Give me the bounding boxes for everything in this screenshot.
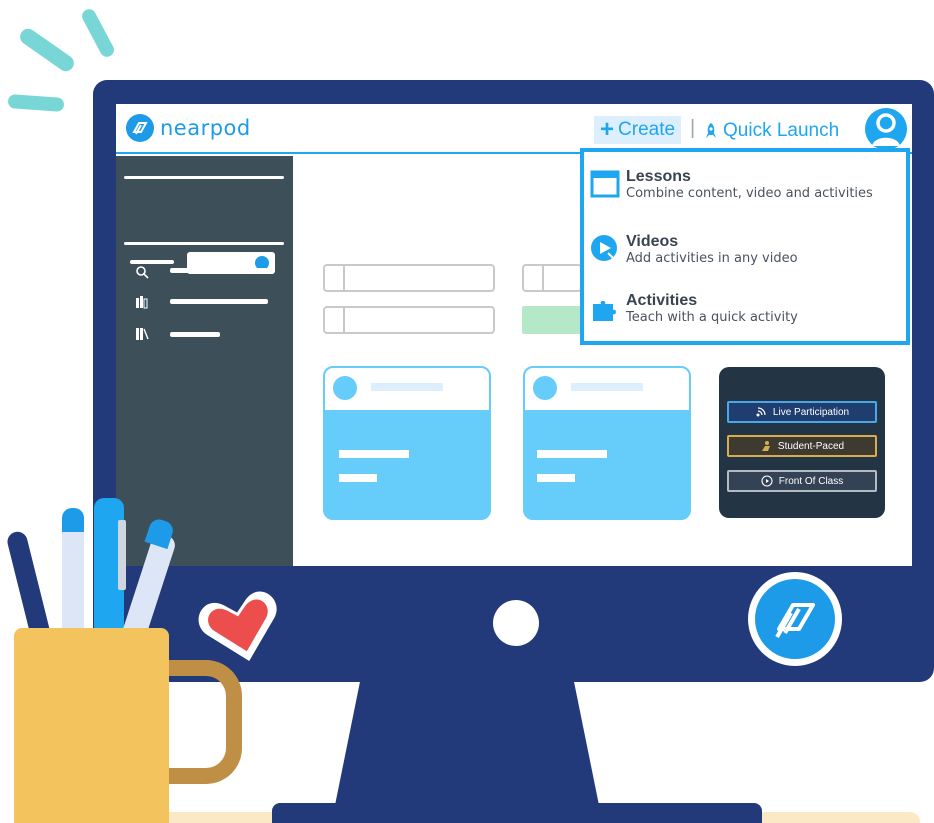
broadcast-icon: [756, 407, 766, 417]
card-header: [325, 368, 489, 410]
logo-icon: [126, 114, 154, 142]
card-text-placeholder: [339, 450, 409, 458]
card-text-placeholder: [339, 474, 377, 482]
card-text-placeholder: [537, 450, 607, 458]
student-paced-label: Student-Paced: [777, 440, 845, 452]
heart-sticker-icon: [198, 591, 277, 661]
sidebar-divider: [124, 176, 284, 179]
sidebar: [116, 156, 293, 566]
card-avatar: [333, 376, 357, 400]
card-text-placeholder: [537, 474, 575, 482]
play-circle-icon: [761, 475, 773, 487]
top-bar: nearpod + Create | Quick Launch: [116, 104, 912, 154]
plus-icon: +: [600, 116, 615, 143]
illustration-stage: nearpod + Create | Quick Launch Live Par…: [0, 0, 934, 823]
pen-clip: [118, 520, 126, 590]
create-dropdown-menu: Lessons Combine content, video and activ…: [580, 148, 910, 345]
card-header: [525, 368, 689, 410]
lesson-card[interactable]: [523, 366, 691, 520]
menu-item-title: Activities: [626, 292, 698, 309]
burst-line-1: [17, 25, 77, 75]
menu-item-title: Videos: [626, 233, 679, 250]
user-avatar-icon[interactable]: [865, 108, 907, 150]
card-title-placeholder: [571, 383, 643, 391]
menu-item-lessons[interactable]: Lessons Combine content, video and activ…: [590, 168, 900, 202]
nearpod-badge-icon: [748, 572, 842, 666]
live-participation-button[interactable]: Live Participation: [727, 401, 877, 423]
create-button[interactable]: + Create: [594, 116, 682, 144]
sidebar-item-books[interactable]: [170, 332, 220, 337]
front-of-class-button[interactable]: Front Of Class: [727, 470, 877, 492]
library-icon[interactable]: [134, 294, 150, 310]
menu-item-description: Combine content, video and activities: [626, 186, 873, 201]
burst-line-3: [7, 94, 65, 112]
lesson-card[interactable]: [323, 366, 491, 520]
menu-item-title: Lessons: [626, 168, 691, 185]
monitor-neck: [332, 660, 602, 820]
search-icon[interactable]: [134, 264, 150, 280]
card-title-placeholder: [371, 383, 443, 391]
mug: [14, 628, 169, 823]
rocket-icon: [706, 123, 716, 138]
menu-item-videos[interactable]: Videos Add activities in any video: [590, 233, 900, 267]
placeholder-field[interactable]: [323, 264, 495, 292]
burst-line-2: [79, 6, 117, 60]
video-play-icon: [590, 233, 620, 263]
menu-item-description: Teach with a quick activity: [626, 310, 798, 325]
sidebar-item-search[interactable]: [170, 268, 268, 273]
sidebar-divider: [124, 242, 284, 245]
placeholder-field[interactable]: [323, 306, 495, 334]
launch-mode-panel: Live Participation Student-Paced Front O…: [719, 367, 885, 518]
menu-item-description: Add activities in any video: [626, 251, 798, 266]
placeholder-green-field[interactable]: [522, 306, 582, 334]
menu-item-activities[interactable]: Activities Teach with a quick activity: [590, 292, 900, 326]
logo-text: nearpod: [160, 116, 251, 140]
live-participation-label: Live Participation: [772, 406, 850, 418]
topbar-separator: |: [690, 117, 696, 139]
student-paced-button[interactable]: Student-Paced: [727, 435, 877, 457]
sidebar-item-library[interactable]: [170, 299, 268, 304]
quick-launch-button[interactable]: Quick Launch: [703, 117, 839, 145]
nearpod-logo[interactable]: nearpod: [126, 114, 251, 142]
books-icon[interactable]: [134, 326, 150, 342]
lesson-window-icon: [590, 168, 620, 198]
card-avatar: [533, 376, 557, 400]
monitor-base: [272, 803, 762, 823]
pen-cap-blue: [62, 508, 84, 532]
monitor-dot: [493, 600, 539, 646]
student-icon: [761, 441, 770, 451]
create-label: Create: [618, 119, 676, 140]
front-of-class-label: Front Of Class: [778, 475, 844, 487]
puzzle-piece-icon: [590, 292, 620, 322]
placeholder-field[interactable]: [522, 264, 582, 292]
quick-launch-label: Quick Launch: [723, 120, 840, 141]
